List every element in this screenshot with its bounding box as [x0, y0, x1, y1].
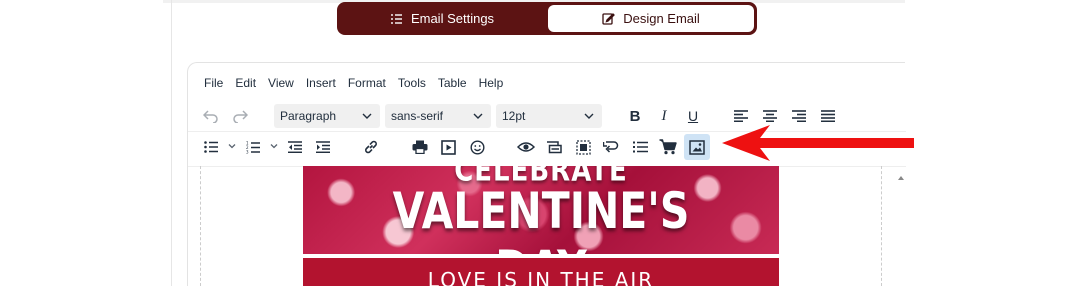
block-format-value: Paragraph [280, 109, 337, 123]
align-center-icon [763, 110, 777, 122]
align-justify-icon [821, 110, 835, 122]
products-button[interactable] [655, 134, 681, 160]
menu-edit[interactable]: Edit [229, 73, 262, 93]
preview-button[interactable] [513, 134, 539, 160]
bullet-list-dropdown[interactable] [226, 134, 238, 160]
font-size-value: 12pt [502, 109, 526, 123]
menu-file[interactable]: File [188, 73, 229, 93]
tab-design-email-label: Design Email [623, 11, 700, 26]
emoticons-button[interactable] [464, 134, 490, 160]
template-icon [546, 140, 562, 154]
font-size-select[interactable]: 12pt [496, 104, 602, 128]
bullet-list-icon [204, 141, 218, 153]
tab-email-settings[interactable]: Email Settings [340, 5, 544, 32]
link-icon [363, 139, 379, 155]
svg-text:3: 3 [246, 149, 249, 154]
menu-insert[interactable]: Insert [300, 73, 342, 93]
indent-icon [316, 141, 330, 153]
scroll-up-arrow-icon[interactable] [896, 170, 906, 180]
menu-view[interactable]: View [262, 73, 300, 93]
undo-icon [203, 109, 219, 123]
red-arrow-annotation [720, 122, 916, 169]
menu-help[interactable]: Help [473, 73, 510, 93]
banner-subtitle-text: LOVE IS IN THE AIR [427, 268, 655, 286]
menu-tools[interactable]: Tools [392, 73, 432, 93]
chevron-down-icon [360, 109, 374, 123]
chevron-down-icon [471, 109, 485, 123]
chevron-down-icon [269, 138, 279, 156]
link-button[interactable] [358, 134, 384, 160]
editor-menubar: File Edit View Insert Format Tools Table… [188, 73, 509, 93]
select-all-icon [575, 139, 591, 155]
love-band: LOVE IS IN THE AIR [303, 258, 779, 286]
media-button[interactable] [435, 134, 461, 160]
list-settings-icon [390, 13, 403, 25]
font-family-select[interactable]: sans-serif [385, 104, 491, 128]
redo-button[interactable] [227, 103, 253, 129]
insert-image-button[interactable] [684, 134, 710, 160]
numbered-list-button[interactable]: 123 [240, 134, 266, 160]
numbered-list-dropdown[interactable] [268, 134, 280, 160]
play-video-icon [440, 139, 456, 155]
valentines-banner-image[interactable]: CELEBRATE VALENTINE'S DAY [303, 166, 779, 254]
italic-button[interactable]: I [651, 103, 677, 129]
select-all-button[interactable] [570, 134, 596, 160]
numbered-list-icon: 123 [246, 141, 260, 154]
menu-table[interactable]: Table [432, 73, 473, 93]
chevron-down-icon [582, 109, 596, 123]
template-button[interactable] [541, 134, 567, 160]
line-height-button[interactable] [627, 134, 653, 160]
font-family-value: sans-serif [391, 109, 444, 123]
tab-switcher: Email Settings Design Email [337, 2, 757, 35]
align-right-icon [792, 110, 806, 122]
chevron-down-icon [227, 138, 237, 156]
banner-title-text: VALENTINE'S DAY [392, 182, 690, 254]
bullet-list-button[interactable] [198, 134, 224, 160]
menu-format[interactable]: Format [342, 73, 392, 93]
outdent-button[interactable] [282, 134, 308, 160]
outdent-icon [288, 141, 302, 153]
list-lines-icon [632, 141, 648, 153]
eye-icon [517, 141, 535, 153]
page-left-border [171, 0, 172, 286]
redo-icon [232, 109, 248, 123]
print-button[interactable] [407, 134, 433, 160]
return-arrow-icon [603, 140, 619, 154]
shopping-cart-icon [659, 139, 677, 155]
smiley-icon [469, 139, 485, 155]
print-icon [412, 140, 428, 154]
tab-design-email[interactable]: Design Email [548, 5, 754, 32]
indent-button[interactable] [310, 134, 336, 160]
bold-button[interactable]: B [622, 103, 648, 129]
align-left-icon [734, 110, 748, 122]
undo-button[interactable] [198, 103, 224, 129]
nonbreaking-button[interactable] [598, 134, 624, 160]
image-gallery-icon [689, 139, 705, 155]
block-format-select[interactable]: Paragraph [274, 104, 380, 128]
tab-email-settings-label: Email Settings [410, 11, 495, 26]
underline-button[interactable]: U [680, 103, 706, 129]
edit-icon [602, 12, 616, 25]
